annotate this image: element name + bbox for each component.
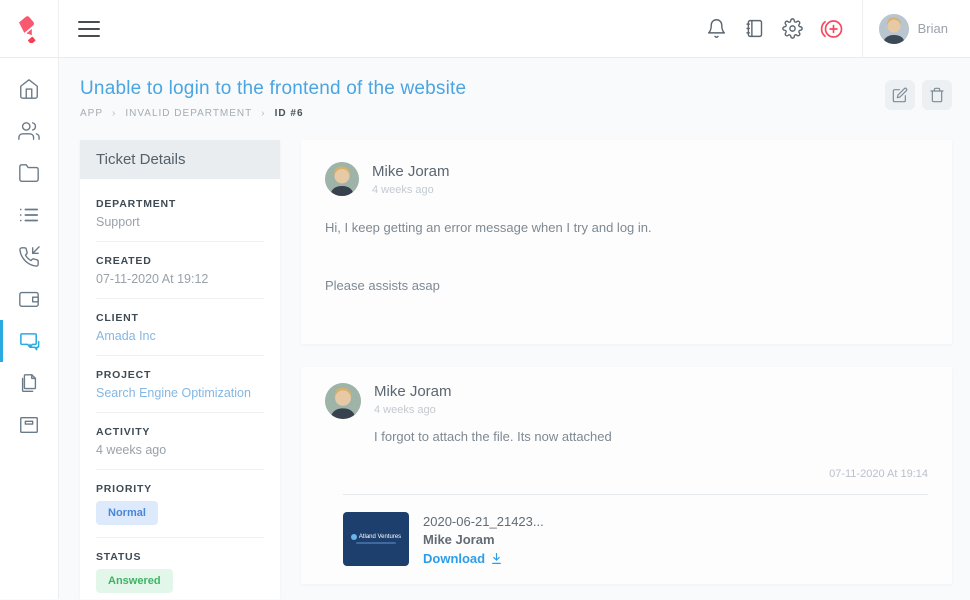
- field-label: ACTIVITY: [96, 426, 264, 438]
- message-author-avatar: [325, 383, 361, 419]
- ticket-details-title: Ticket Details: [80, 140, 280, 179]
- message-text: I forgot to attach the file. Its now att…: [374, 429, 612, 444]
- user-menu[interactable]: Brian: [863, 0, 970, 58]
- field-value: Support: [96, 215, 264, 229]
- client-link[interactable]: Amada Inc: [96, 329, 264, 343]
- folder-icon: [18, 162, 40, 184]
- create-new-button[interactable]: [812, 10, 850, 48]
- status-badge: Answered: [96, 569, 173, 593]
- app-window: Brian: [0, 0, 970, 600]
- copy-icon: [18, 372, 40, 394]
- download-link[interactable]: Download: [423, 551, 544, 566]
- field-value: 4 weeks ago: [96, 443, 264, 457]
- field-activity: ACTIVITY 4 weeks ago: [96, 413, 264, 470]
- field-label: CLIENT: [96, 312, 264, 324]
- user-avatar: [879, 14, 909, 44]
- message-timestamp: 07-11-2020 At 19:14: [325, 468, 928, 480]
- message-text: Hi, I keep getting an error message when…: [325, 220, 928, 235]
- sidebar-item-calls[interactable]: [0, 236, 58, 278]
- home-icon: [18, 78, 40, 100]
- sidebar-item-projects[interactable]: [0, 152, 58, 194]
- sidebar-item-documents[interactable]: [0, 362, 58, 404]
- field-label: DEPARTMENT: [96, 198, 264, 210]
- attachment-uploader: Mike Joram: [423, 532, 544, 547]
- notifications-button[interactable]: [698, 10, 736, 48]
- attachment-brand-name: Atland Ventures: [359, 534, 401, 540]
- field-value: 07-11-2020 At 19:12: [96, 272, 264, 286]
- settings-button[interactable]: [774, 10, 812, 48]
- field-priority: PRIORITY Normal: [96, 470, 264, 538]
- phone-incoming-icon: [18, 246, 40, 268]
- chat-icon: [18, 330, 41, 353]
- field-department: DEPARTMENT Support: [96, 185, 264, 242]
- field-created: CREATED 07-11-2020 At 19:12: [96, 242, 264, 299]
- attachment-filename: 2020-06-21_21423...: [423, 514, 544, 529]
- menu-toggle-button[interactable]: [69, 9, 109, 49]
- field-label: CREATED: [96, 255, 264, 267]
- page-title: Unable to login to the frontend of the w…: [80, 78, 885, 100]
- message-author: Mike Joram: [374, 383, 612, 400]
- message-time: 4 weeks ago: [374, 404, 612, 416]
- message-author-avatar: [325, 162, 359, 196]
- app-logo[interactable]: [0, 0, 59, 58]
- field-label: STATUS: [96, 551, 264, 563]
- breadcrumb-separator: ›: [261, 108, 265, 119]
- ticket-details-panel: Ticket Details DEPARTMENT Support CREATE…: [80, 140, 280, 599]
- sidebar-item-payments[interactable]: [0, 278, 58, 320]
- message-thread: Mike Joram 4 weeks ago Hi, I keep gettin…: [301, 140, 952, 599]
- brand-logo-icon: [15, 15, 43, 43]
- attachment-thumbnail[interactable]: Atland Ventures: [343, 512, 409, 566]
- wallet-icon: [18, 288, 40, 310]
- header-actions: [885, 80, 952, 110]
- field-label: PROJECT: [96, 369, 264, 381]
- users-icon: [18, 120, 40, 142]
- message-card: Mike Joram 4 weeks ago I forgot to attac…: [301, 367, 952, 584]
- message-card: Mike Joram 4 weeks ago Hi, I keep gettin…: [301, 140, 952, 344]
- main-content: Unable to login to the frontend of the w…: [59, 58, 970, 599]
- sidebar: [0, 58, 59, 599]
- field-status: STATUS Answered: [96, 538, 264, 599]
- notebook-icon: [744, 18, 765, 39]
- project-link[interactable]: Search Engine Optimization: [96, 386, 264, 400]
- breadcrumb-separator: ›: [112, 108, 116, 119]
- create-new-icon: [818, 17, 844, 41]
- breadcrumb-department[interactable]: INVALID DEPARTMENT: [125, 108, 252, 119]
- message-author: Mike Joram: [372, 163, 450, 180]
- sidebar-item-clients[interactable]: [0, 110, 58, 152]
- sidebar-item-tickets[interactable]: [0, 320, 58, 362]
- field-label: PRIORITY: [96, 483, 264, 495]
- sidebar-item-archive[interactable]: [0, 404, 58, 446]
- page-header: Unable to login to the frontend of the w…: [80, 78, 952, 119]
- download-label: Download: [423, 551, 485, 566]
- trash-icon: [929, 87, 945, 103]
- list-icon: [18, 204, 40, 226]
- delete-ticket-icon-button[interactable]: [922, 80, 952, 110]
- attachment-brand-tagline: [356, 542, 396, 544]
- field-client: CLIENT Amada Inc: [96, 299, 264, 356]
- breadcrumb-ticket-id: ID #6: [275, 108, 304, 119]
- edit-ticket-icon-button[interactable]: [885, 80, 915, 110]
- breadcrumb-app[interactable]: APP: [80, 108, 103, 119]
- message-text: Please assists asap: [325, 278, 928, 293]
- attachment-brand-icon: [351, 534, 357, 540]
- gear-icon: [782, 18, 803, 39]
- contacts-button[interactable]: [736, 10, 774, 48]
- topbar: Brian: [0, 0, 970, 58]
- user-name: Brian: [918, 21, 948, 36]
- archive-icon: [18, 414, 40, 436]
- download-icon: [490, 552, 503, 565]
- bell-icon: [706, 18, 727, 39]
- edit-icon: [892, 87, 908, 103]
- attachment: Atland Ventures 2020-06-21_21423... Mike…: [343, 512, 928, 566]
- divider: [343, 494, 928, 495]
- sidebar-item-tasks[interactable]: [0, 194, 58, 236]
- field-project: PROJECT Search Engine Optimization: [96, 356, 264, 413]
- priority-badge: Normal: [96, 501, 158, 525]
- breadcrumb: APP › INVALID DEPARTMENT › ID #6: [80, 108, 885, 119]
- message-time: 4 weeks ago: [372, 184, 450, 196]
- sidebar-item-home[interactable]: [0, 68, 58, 110]
